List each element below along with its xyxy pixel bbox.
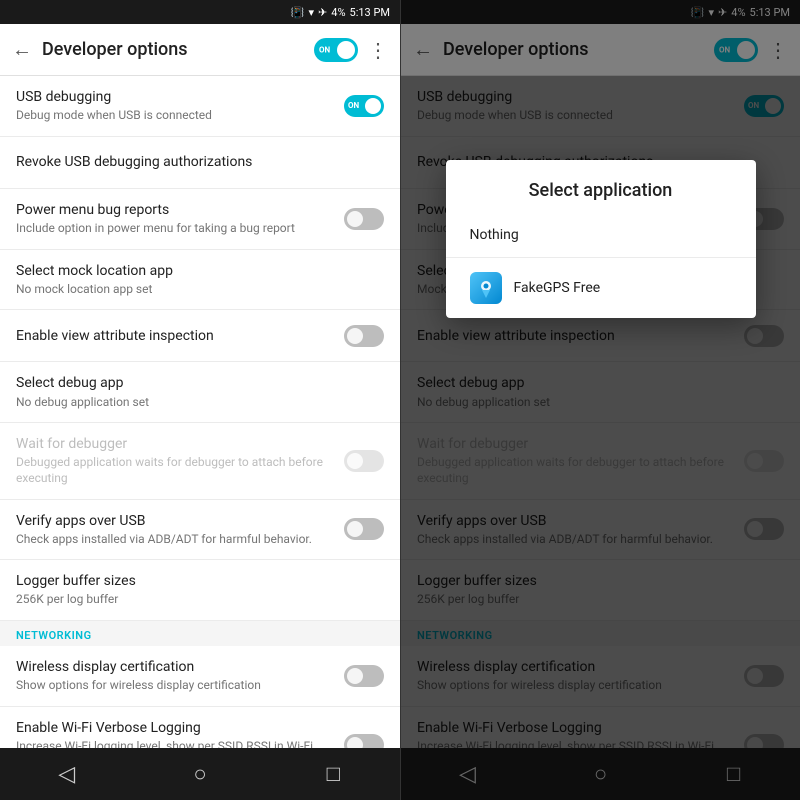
back-button-left[interactable]: ← bbox=[12, 37, 32, 62]
settings-scroll-left[interactable]: USB debugging Debug mode when USB is con… bbox=[0, 76, 400, 748]
usb-debugging-title-left: USB debugging bbox=[16, 88, 334, 106]
power-menu-item-left[interactable]: Power menu bug reports Include option in… bbox=[0, 189, 400, 250]
time-left: 5:13 PM bbox=[350, 6, 390, 19]
toolbar-title-left: Developer options bbox=[42, 39, 304, 60]
debug-app-item-left[interactable]: Select debug app No debug application se… bbox=[0, 362, 400, 423]
revoke-usb-text-left: Revoke USB debugging authorizations bbox=[16, 153, 384, 171]
battery-left: 4% bbox=[331, 6, 345, 19]
debug-app-subtitle-left: No debug application set bbox=[16, 395, 374, 411]
view-attribute-text-left: Enable view attribute inspection bbox=[16, 327, 344, 345]
wifi-verbose-toggle-left[interactable] bbox=[344, 734, 384, 748]
logger-buffer-text-left: Logger buffer sizes 256K per log buffer bbox=[16, 572, 384, 608]
view-attribute-title-left: Enable view attribute inspection bbox=[16, 327, 334, 345]
power-menu-text-left: Power menu bug reports Include option in… bbox=[16, 201, 344, 237]
home-nav-left[interactable]: ○ bbox=[170, 754, 230, 794]
wait-debugger-title-left: Wait for debugger bbox=[16, 435, 334, 453]
fakegps-icon bbox=[470, 272, 502, 304]
fakegps-label: FakeGPS Free bbox=[514, 280, 601, 296]
wireless-cert-toggle-left[interactable] bbox=[344, 665, 384, 687]
revoke-usb-item-left[interactable]: Revoke USB debugging authorizations bbox=[0, 137, 400, 189]
verify-apps-subtitle-left: Check apps installed via ADB/ADT for har… bbox=[16, 532, 334, 548]
dialog-fakegps-item[interactable]: FakeGPS Free bbox=[446, 257, 756, 318]
power-menu-toggle-left[interactable] bbox=[344, 208, 384, 230]
wireless-cert-text-left: Wireless display certification Show opti… bbox=[16, 658, 344, 694]
logger-buffer-item-left[interactable]: Logger buffer sizes 256K per log buffer bbox=[0, 560, 400, 621]
view-attribute-toggle-left[interactable] bbox=[344, 325, 384, 347]
airplane-icon: ✈ bbox=[318, 6, 327, 19]
wait-debugger-toggle-left bbox=[344, 450, 384, 472]
vibrate-icon: 📳 bbox=[291, 6, 305, 19]
logger-buffer-title-left: Logger buffer sizes bbox=[16, 572, 374, 590]
master-toggle-switch-left[interactable] bbox=[314, 38, 358, 62]
wait-debugger-text-left: Wait for debugger Debugged application w… bbox=[16, 435, 344, 486]
debug-app-title-left: Select debug app bbox=[16, 374, 374, 392]
wait-debugger-subtitle-left: Debugged application waits for debugger … bbox=[16, 455, 334, 486]
power-menu-subtitle-left: Include option in power menu for taking … bbox=[16, 221, 334, 237]
wifi-verbose-text-left: Enable Wi-Fi Verbose Logging Increase Wi… bbox=[16, 719, 344, 748]
wifi-verbose-subtitle-left: Increase Wi-Fi logging level, show per S… bbox=[16, 739, 334, 748]
wifi-verbose-item-left[interactable]: Enable Wi-Fi Verbose Logging Increase Wi… bbox=[0, 707, 400, 748]
dialog-overlay[interactable]: Select application Nothing FakeGPS Free bbox=[401, 0, 800, 800]
dialog-title: Select application bbox=[446, 160, 756, 213]
verify-apps-toggle-left[interactable] bbox=[344, 518, 384, 540]
verify-apps-item-left[interactable]: Verify apps over USB Check apps installe… bbox=[0, 500, 400, 561]
usb-debugging-text-left: USB debugging Debug mode when USB is con… bbox=[16, 88, 344, 124]
mock-location-item-left[interactable]: Select mock location app No mock locatio… bbox=[0, 250, 400, 311]
wireless-cert-subtitle-left: Show options for wireless display certif… bbox=[16, 678, 334, 694]
wireless-cert-title-left: Wireless display certification bbox=[16, 658, 334, 676]
status-bar-left: 📳 ▾ ✈ 4% 5:13 PM bbox=[0, 0, 400, 24]
toolbar-left: ← Developer options ON ⋮ bbox=[0, 24, 400, 76]
recent-nav-left[interactable]: □ bbox=[303, 754, 363, 794]
select-application-dialog: Select application Nothing FakeGPS Free bbox=[446, 160, 756, 318]
verify-apps-text-left: Verify apps over USB Check apps installe… bbox=[16, 512, 344, 548]
wifi-verbose-title-left: Enable Wi-Fi Verbose Logging bbox=[16, 719, 334, 737]
revoke-usb-title-left: Revoke USB debugging authorizations bbox=[16, 153, 374, 171]
usb-debugging-item-left[interactable]: USB debugging Debug mode when USB is con… bbox=[0, 76, 400, 137]
usb-debugging-subtitle-left: Debug mode when USB is connected bbox=[16, 108, 334, 124]
wait-debugger-item-left: Wait for debugger Debugged application w… bbox=[0, 423, 400, 499]
wireless-cert-item-left[interactable]: Wireless display certification Show opti… bbox=[0, 646, 400, 707]
debug-app-text-left: Select debug app No debug application se… bbox=[16, 374, 384, 410]
usb-debugging-toggle-left[interactable] bbox=[344, 95, 384, 117]
back-nav-left[interactable]: ◁ bbox=[37, 754, 97, 794]
more-button-left[interactable]: ⋮ bbox=[368, 38, 388, 62]
power-menu-title-left: Power menu bug reports bbox=[16, 201, 334, 219]
bottom-nav-left: ◁ ○ □ bbox=[0, 748, 400, 800]
view-attribute-item-left[interactable]: Enable view attribute inspection bbox=[0, 310, 400, 362]
wifi-icon: ▾ bbox=[309, 6, 315, 19]
right-panel: 📳 ▾ ✈ 4% 5:13 PM ← Developer options ON … bbox=[400, 0, 800, 800]
mock-location-subtitle-left: No mock location app set bbox=[16, 282, 374, 298]
networking-section-left: NETWORKING bbox=[0, 621, 400, 646]
dialog-nothing-item[interactable]: Nothing bbox=[446, 213, 756, 257]
left-panel: 📳 ▾ ✈ 4% 5:13 PM ← Developer options ON … bbox=[0, 0, 400, 800]
logger-buffer-subtitle-left: 256K per log buffer bbox=[16, 592, 374, 608]
toggle-thumb bbox=[337, 41, 355, 59]
nothing-label: Nothing bbox=[470, 227, 519, 243]
mock-location-text-left: Select mock location app No mock locatio… bbox=[16, 262, 384, 298]
master-toggle-left[interactable]: ON bbox=[314, 38, 358, 62]
mock-location-title-left: Select mock location app bbox=[16, 262, 374, 280]
verify-apps-title-left: Verify apps over USB bbox=[16, 512, 334, 530]
